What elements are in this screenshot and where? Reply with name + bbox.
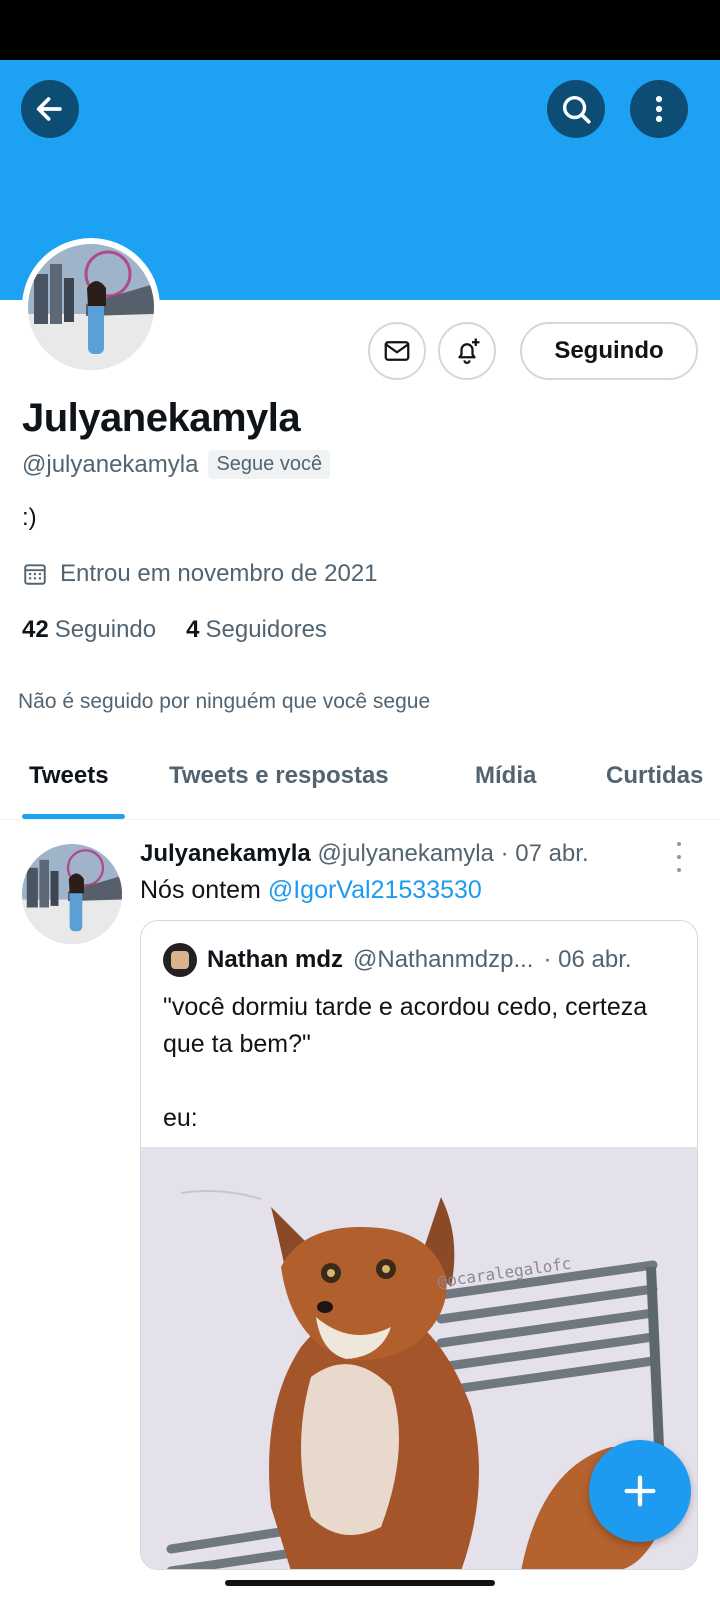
quote-header: Nathan mdz @Nathanmdzp... · 06 abr. (163, 943, 632, 977)
compose-tweet-button[interactable] (589, 1440, 691, 1542)
followers-label: Seguidores (205, 616, 327, 643)
notify-button[interactable] (438, 322, 496, 380)
followers-count-link[interactable]: 4 Seguidores (186, 616, 327, 644)
quote-text: "você dormiu tarde e acordou cedo, certe… (163, 993, 648, 1132)
display-name: Julyanekamyla (22, 396, 301, 440)
following-label: Seguindo (54, 616, 157, 643)
tweet-text: Nós ontem @IgorVal21533530 (140, 876, 482, 905)
home-indicator[interactable] (225, 1580, 495, 1586)
tab-tweets[interactable]: Tweets (29, 762, 109, 790)
tweet-author-name[interactable]: Julyanekamyla (140, 840, 311, 867)
quote-author-avatar (163, 943, 197, 977)
tweet-more-icon[interactable] (673, 842, 685, 872)
following-count-link[interactable]: 42 Seguindo (22, 616, 156, 644)
profile-tabs: Tweets Tweets e respostas Mídia Curtidas (0, 744, 720, 820)
user-handle: @julyanekamyla (22, 450, 199, 478)
followers-count: 4 (186, 616, 200, 643)
back-button[interactable] (21, 80, 79, 138)
status-bar (0, 0, 720, 60)
tweet-author-avatar[interactable] (22, 844, 122, 944)
bell-plus-icon (458, 338, 480, 364)
active-tab-indicator (22, 814, 125, 819)
plus-icon (624, 1475, 656, 1507)
envelope-icon (384, 341, 410, 361)
joined-date: Entrou em novembro de 2021 (22, 560, 378, 588)
tweet-mention-link[interactable]: @IgorVal21533530 (268, 876, 482, 904)
follow-counts: 42 Seguindo 4 Seguidores (22, 616, 327, 644)
avatar-photo (28, 244, 154, 370)
handle-row: @julyanekamyla Segue você (22, 450, 331, 479)
quote-date: · 06 abr. (543, 946, 632, 973)
tweet-header: Julyanekamyla @julyanekamyla · 07 abr. (140, 840, 589, 868)
tab-media[interactable]: Mídia (475, 762, 536, 790)
more-options-button[interactable] (630, 80, 688, 138)
profile-avatar[interactable] (22, 238, 160, 376)
bio: :) (22, 504, 37, 531)
following-button[interactable]: Seguindo (520, 322, 698, 380)
tweet-body: Nós ontem (140, 876, 268, 904)
avatar-photo (22, 844, 122, 944)
calendar-icon (24, 564, 46, 585)
search-button[interactable] (547, 80, 605, 138)
tab-likes[interactable]: Curtidas (606, 762, 703, 790)
vertical-ellipsis-icon (655, 95, 663, 123)
quote-author-handle: @Nathanmdzp... (353, 946, 534, 973)
tab-tweets-and-replies[interactable]: Tweets e respostas (169, 762, 389, 790)
tweet-author-handle[interactable]: @julyanekamyla (317, 840, 493, 867)
tweet-date[interactable]: · 07 abr. (501, 840, 589, 867)
joined-text: Entrou em novembro de 2021 (60, 560, 378, 587)
quote-author-name: Nathan mdz (207, 946, 344, 973)
follows-you-badge: Segue você (208, 450, 331, 479)
mutual-followers-info: Não é seguido por ninguém que você segue (18, 690, 431, 713)
arrow-left-icon (36, 97, 62, 121)
search-icon (562, 95, 591, 124)
following-count: 42 (22, 616, 49, 643)
message-button[interactable] (368, 322, 426, 380)
